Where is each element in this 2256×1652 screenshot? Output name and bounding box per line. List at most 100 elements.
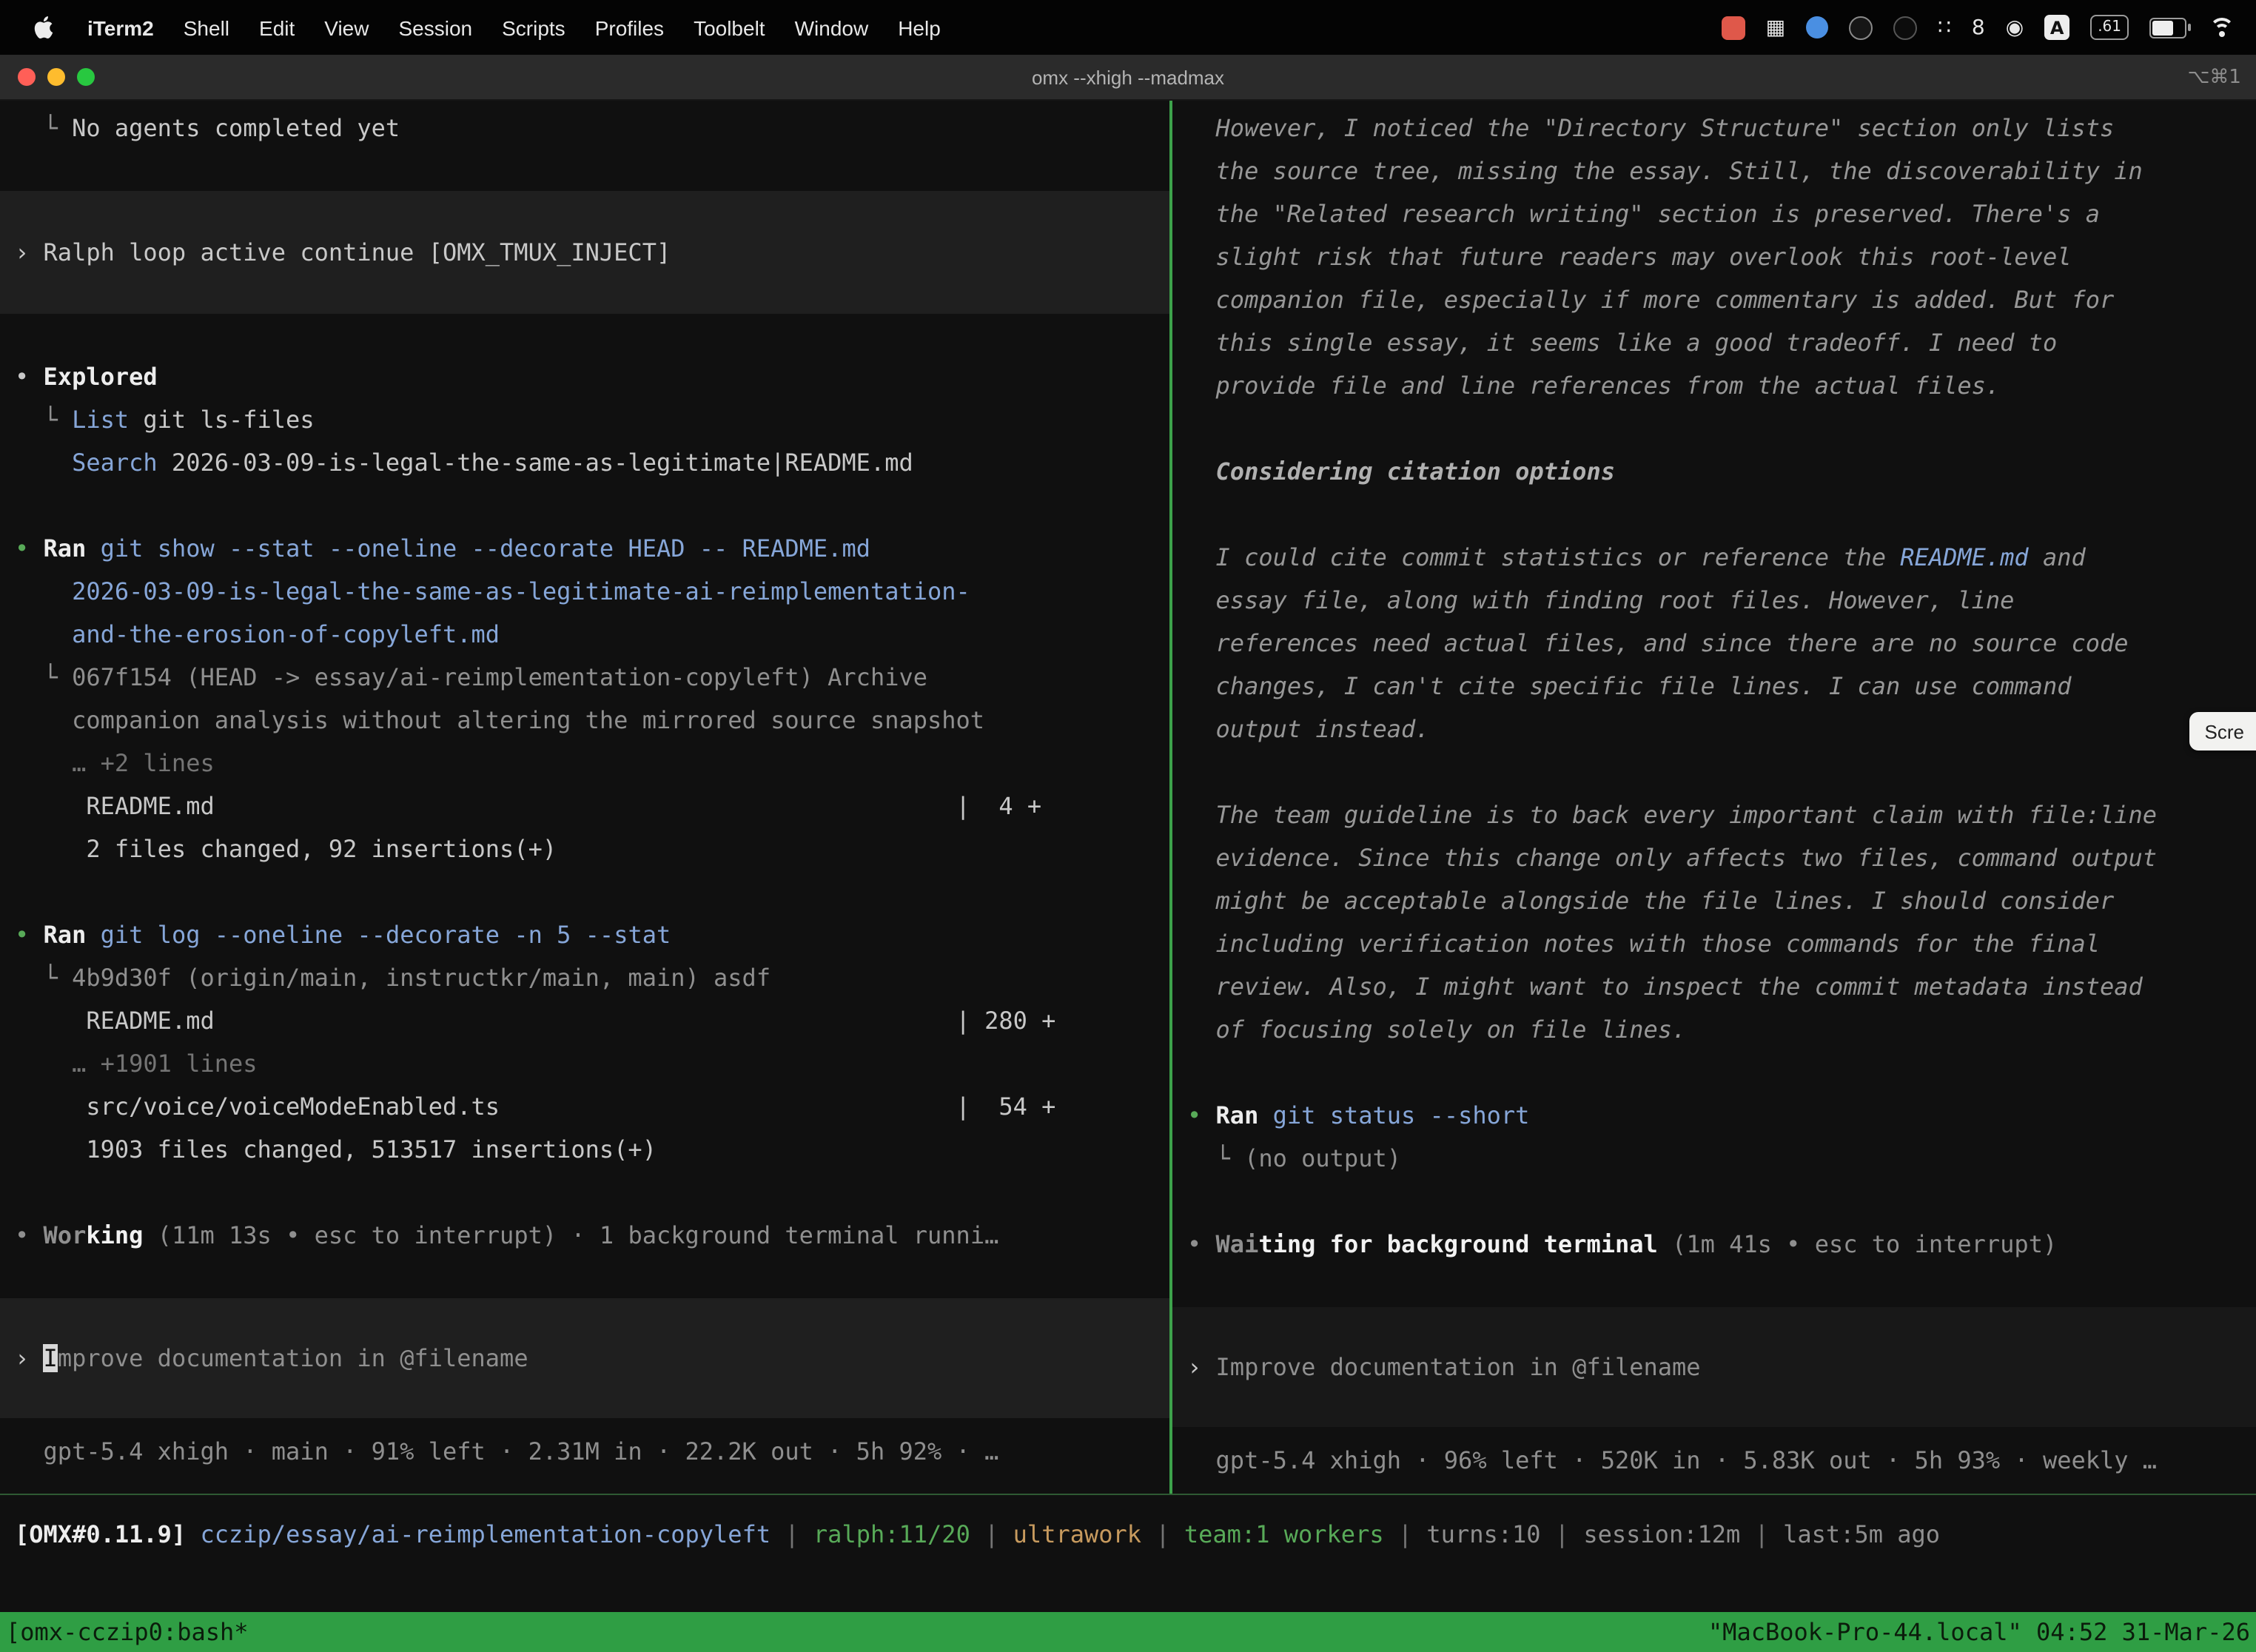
menu-item-view[interactable]: View bbox=[309, 16, 383, 39]
terminal-line bbox=[1172, 1180, 2256, 1223]
text-token: gpt-5.4 xhigh · 96% left · 520K in · 5.8… bbox=[1187, 1446, 2157, 1474]
menu-item-session[interactable]: Session bbox=[383, 16, 487, 39]
text-token: • bbox=[15, 363, 44, 391]
tmux-session-label: [omx-cczip0:bash* bbox=[6, 1618, 249, 1646]
text-token: └ bbox=[15, 406, 72, 434]
blue-app-icon[interactable] bbox=[1806, 16, 1828, 38]
text-token: references need actual files, and since … bbox=[1187, 629, 2129, 657]
text-token: └ bbox=[15, 964, 72, 992]
text-token bbox=[15, 620, 72, 648]
battery-percent-badge[interactable]: .61 bbox=[2090, 15, 2129, 40]
text-token: › bbox=[15, 1344, 44, 1372]
right-pane[interactable]: However, I noticed the "Directory Struct… bbox=[1172, 101, 2256, 1494]
terminal-line: 1903 files changed, 513517 insertions(+) bbox=[0, 1128, 1169, 1171]
text-token: and-the-erosion-of-copyleft.md bbox=[72, 620, 500, 648]
text-token: Wai bbox=[1216, 1230, 1259, 1258]
terminal-line: might be acceptable alongside the file l… bbox=[1172, 879, 2256, 922]
minimize-button[interactable] bbox=[47, 68, 65, 86]
text-token: … +2 lines bbox=[15, 749, 215, 777]
battery-icon[interactable] bbox=[2149, 17, 2186, 38]
text-token: changes, I can't cite specific file line… bbox=[1187, 672, 2071, 700]
terminal-line: including verification notes with those … bbox=[1172, 922, 2256, 965]
terminal-line: 2026-03-09-is-legal-the-same-as-legitima… bbox=[0, 570, 1169, 613]
cursor-block: I bbox=[44, 1344, 58, 1372]
zoom-button[interactable] bbox=[77, 68, 95, 86]
ran-label: Ran bbox=[1216, 1101, 1259, 1129]
ran-git-log: • Ran git log --oneline --decorate -n 5 … bbox=[0, 913, 1169, 956]
terminal-line: slight risk that future readers may over… bbox=[1172, 235, 2256, 278]
close-button[interactable] bbox=[18, 68, 36, 86]
text-token: 067f154 (HEAD -> essay/ai-reimplementati… bbox=[72, 663, 927, 691]
screen-recording-indicator[interactable] bbox=[1722, 16, 1745, 39]
text-token: essay file, along with finding root file… bbox=[1187, 586, 2014, 614]
window-shortcut-hint: ⌥⌘1 bbox=[2187, 66, 2241, 88]
terminal-line: changes, I can't cite specific file line… bbox=[1172, 665, 2256, 708]
menu-bar-left: iTerm2ShellEditViewSessionScriptsProfile… bbox=[0, 15, 956, 40]
terminal-line: └ 4b9d30f (origin/main, instructkr/main,… bbox=[0, 956, 1169, 999]
menu-item-scripts[interactable]: Scripts bbox=[487, 16, 580, 39]
ran-git-show: • Ran git show --stat --oneline --decora… bbox=[0, 527, 1169, 570]
ran-label: Ran bbox=[44, 921, 87, 949]
text-token: (no output) bbox=[1244, 1144, 1401, 1172]
screen-share-tab[interactable]: Scre bbox=[2190, 712, 2256, 751]
menu-item-edit[interactable]: Edit bbox=[244, 16, 309, 39]
terminal-line: and-the-erosion-of-copyleft.md bbox=[0, 613, 1169, 656]
menu-item-toolbelt[interactable]: Toolbelt bbox=[679, 16, 780, 39]
text-token: I could cite commit statistics or refere… bbox=[1187, 543, 1900, 571]
text-token: (11m 13s • esc to interrupt) · 1 backgro… bbox=[143, 1221, 998, 1249]
waiting-status: • Waiting for background terminal (1m 41… bbox=[1172, 1223, 2256, 1266]
prompt-placeholder: mprove documentation in @filename bbox=[58, 1344, 528, 1372]
text-token bbox=[15, 577, 72, 605]
shield-app-icon[interactable] bbox=[1849, 16, 1873, 39]
text-token: 1903 files changed, 513517 insertions(+) bbox=[15, 1135, 657, 1164]
text-token: • bbox=[15, 534, 44, 563]
terminal-line: companion analysis without altering the … bbox=[0, 699, 1169, 742]
ralph-loop-banner: › Ralph loop active continue [OMX_TMUX_I… bbox=[0, 191, 1169, 314]
text-token bbox=[186, 1520, 200, 1548]
text-token: • bbox=[1187, 1101, 1216, 1129]
menu-item-shell[interactable]: Shell bbox=[169, 16, 244, 39]
explored-label: Explored bbox=[44, 363, 158, 391]
terminal-line: essay file, along with finding root file… bbox=[1172, 579, 2256, 622]
tmux-host-time: "MacBook-Pro-44.local" 04:52 31-Mar-26 bbox=[1708, 1618, 2250, 1646]
reasoning-heading: Considering citation options bbox=[1172, 450, 2256, 493]
text-token: review. Also, I might want to inspect th… bbox=[1187, 973, 2143, 1001]
omx-ralph-counter: ralph:11/20 bbox=[813, 1520, 970, 1548]
input-source-icon[interactable]: A bbox=[2044, 15, 2069, 40]
terminal-line: README.md | 280 + bbox=[0, 999, 1169, 1042]
prompt-input[interactable]: › Improve documentation in @filename bbox=[0, 1298, 1169, 1418]
explored-header: • Explored bbox=[0, 355, 1169, 398]
text-token: provide file and line references from th… bbox=[1187, 372, 2000, 400]
wifi-icon[interactable] bbox=[2207, 17, 2235, 38]
list-label: List bbox=[72, 406, 129, 434]
window-title-bar[interactable]: omx --xhigh --madmax ⌥⌘1 bbox=[0, 55, 2256, 101]
model-status-line: gpt-5.4 xhigh · 96% left · 520K in · 5.8… bbox=[1172, 1439, 2256, 1482]
text-token: The team guideline is to back every impo… bbox=[1187, 801, 2157, 829]
text-token: companion file, especially if more comme… bbox=[1187, 286, 2114, 314]
window-manager-icon[interactable]: ▦ bbox=[1766, 16, 1785, 39]
command-text: git status --short bbox=[1273, 1101, 1530, 1129]
grid-dots-icon[interactable]: ∷ bbox=[1938, 16, 1951, 39]
tmux-status-bar: [omx-cczip0:bash* "MacBook-Pro-44.local"… bbox=[0, 1612, 2256, 1652]
menu-item-help[interactable]: Help bbox=[883, 16, 956, 39]
menu-item-profiles[interactable]: Profiles bbox=[580, 16, 679, 39]
menu-item-window[interactable]: Window bbox=[780, 16, 884, 39]
prompt-input[interactable]: › Improve documentation in @filename bbox=[1172, 1307, 2256, 1427]
menu-item-iterm2[interactable]: iTerm2 bbox=[73, 16, 169, 39]
text-token: | bbox=[970, 1520, 1013, 1548]
menu-items: iTerm2ShellEditViewSessionScriptsProfile… bbox=[73, 16, 956, 39]
terminal-line: 2 files changed, 92 insertions(+) bbox=[0, 827, 1169, 870]
text-token: 4b9d30f (origin/main, instructkr/main, m… bbox=[72, 964, 771, 992]
dark-app-icon[interactable] bbox=[1893, 16, 1917, 39]
terminal-line bbox=[1172, 493, 2256, 536]
left-pane[interactable]: └ No agents completed yet› Ralph loop ac… bbox=[0, 101, 1169, 1494]
omx-last: last:5m ago bbox=[1783, 1520, 1940, 1548]
apple-menu-icon[interactable] bbox=[24, 15, 64, 40]
text-token: output instead. bbox=[1187, 715, 1430, 743]
text-token: • bbox=[15, 1221, 44, 1249]
camera-icon[interactable]: ◉ bbox=[2006, 16, 2024, 39]
keypad-8-icon[interactable]: 8 bbox=[1972, 16, 1985, 39]
text-token: Considering citation options bbox=[1187, 457, 1615, 486]
text-token: └ bbox=[1187, 1144, 1244, 1172]
text-token: | bbox=[1141, 1520, 1184, 1548]
